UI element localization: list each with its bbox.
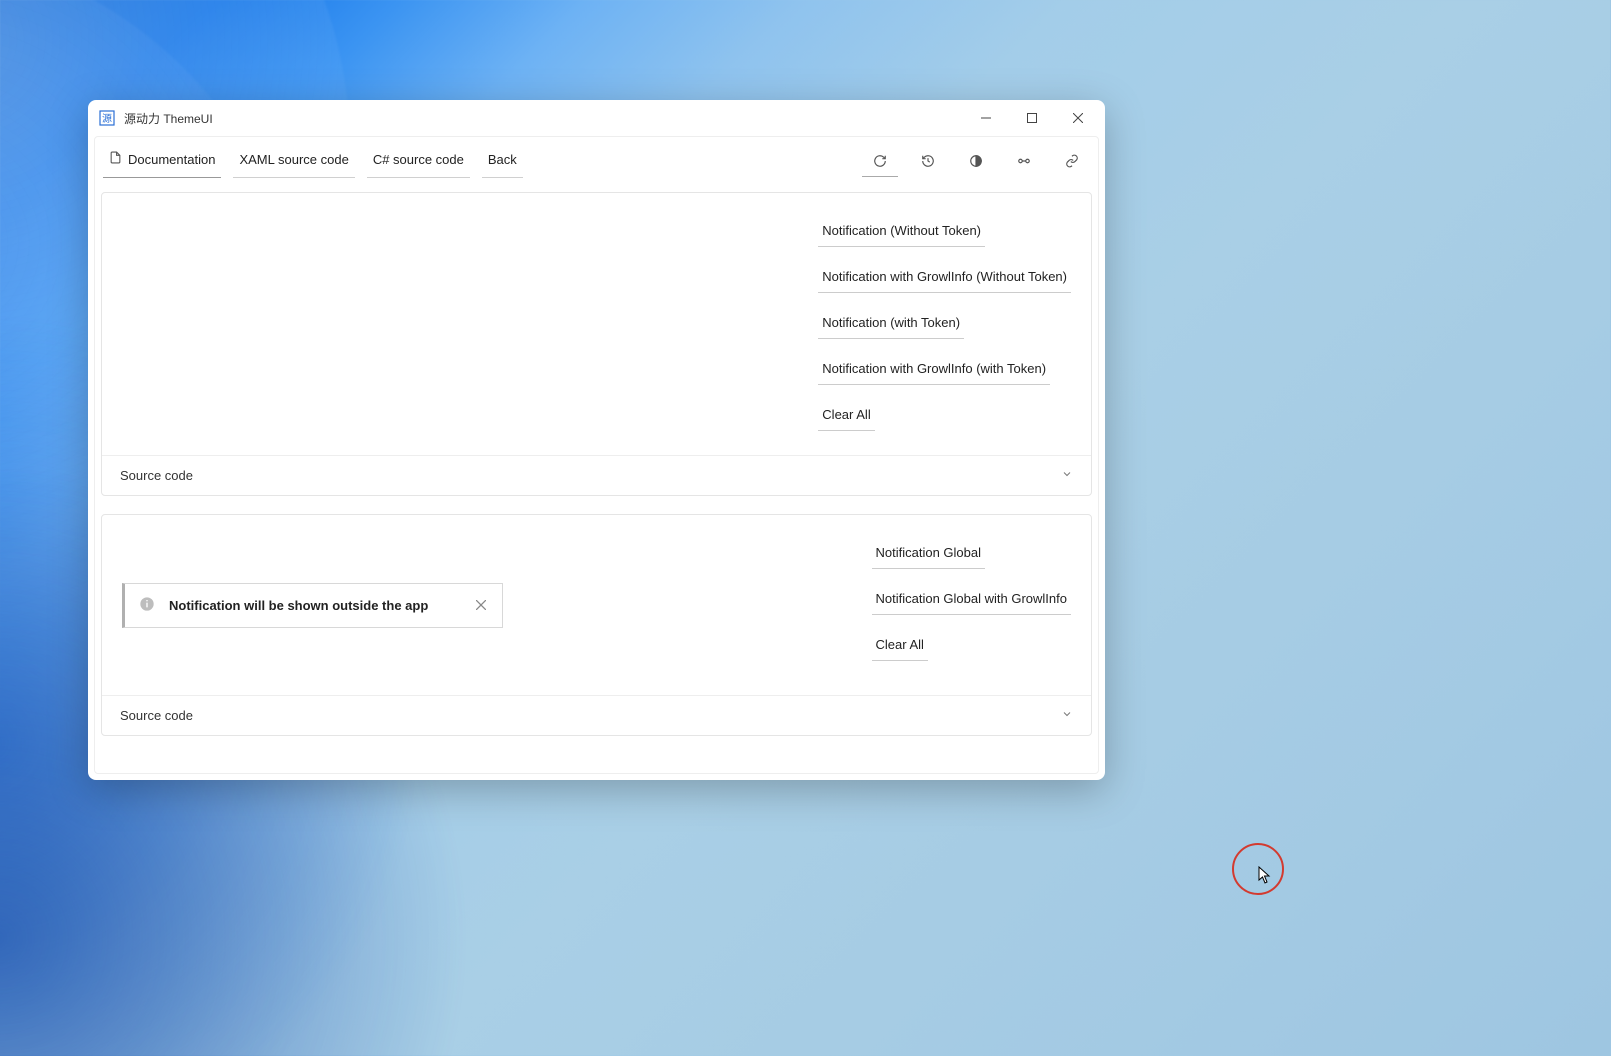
toolbar: Documentation XAML source code C# source… xyxy=(95,137,1098,178)
info-icon xyxy=(139,596,155,615)
refresh-icon[interactable] xyxy=(862,147,898,177)
expander-label: Source code xyxy=(120,708,193,723)
chain-icon[interactable] xyxy=(1054,147,1090,177)
content-scroll[interactable]: Notification (Without Token) Notificatio… xyxy=(95,178,1098,773)
info-alert: Notification will be shown outside the a… xyxy=(122,583,503,628)
tab-label: Documentation xyxy=(128,152,215,167)
tab-label: Back xyxy=(488,152,517,167)
panel-left xyxy=(122,217,818,431)
source-code-expander[interactable]: Source code xyxy=(102,695,1091,735)
alert-close-button[interactable] xyxy=(474,596,488,615)
link-icon[interactable] xyxy=(1006,147,1042,177)
titlebar: 源 源动力 ThemeUI xyxy=(88,100,1105,136)
btn-notification-growlinfo-without-token[interactable]: Notification with GrowlInfo (Without Tok… xyxy=(818,263,1071,293)
source-code-expander[interactable]: Source code xyxy=(102,455,1091,495)
tab-label: XAML source code xyxy=(239,152,348,167)
btn-clear-all[interactable]: Clear All xyxy=(818,401,874,431)
tab-back[interactable]: Back xyxy=(482,146,523,178)
panel-left: Notification will be shown outside the a… xyxy=(122,539,872,671)
tab-csharp-source[interactable]: C# source code xyxy=(367,146,470,178)
alert-text: Notification will be shown outside the a… xyxy=(169,598,428,613)
document-icon xyxy=(109,151,122,167)
chevron-down-icon xyxy=(1061,708,1073,723)
expander-label: Source code xyxy=(120,468,193,483)
maximize-button[interactable] xyxy=(1009,102,1055,134)
minimize-button[interactable] xyxy=(963,102,1009,134)
btn-notification-global-growlinfo[interactable]: Notification Global with GrowlInfo xyxy=(872,585,1071,615)
tab-xaml-source[interactable]: XAML source code xyxy=(233,146,354,178)
close-button[interactable] xyxy=(1055,102,1101,134)
svg-text:源: 源 xyxy=(102,112,112,125)
app-window: 源 源动力 ThemeUI Documentation XAML source … xyxy=(88,100,1105,780)
window-title: 源动力 ThemeUI xyxy=(124,110,213,127)
btn-notification-with-token[interactable]: Notification (with Token) xyxy=(818,309,964,339)
panel-notification-local: Notification (Without Token) Notificatio… xyxy=(101,192,1092,496)
btn-notification-growlinfo-with-token[interactable]: Notification with GrowlInfo (with Token) xyxy=(818,355,1050,385)
chevron-down-icon xyxy=(1061,468,1073,483)
btn-notification-without-token[interactable]: Notification (Without Token) xyxy=(818,217,985,247)
btn-notification-global[interactable]: Notification Global xyxy=(872,539,986,569)
panel-actions: Notification Global Notification Global … xyxy=(872,539,1071,671)
btn-clear-all-global[interactable]: Clear All xyxy=(872,631,928,661)
app-icon: 源 xyxy=(98,109,116,127)
client-area: Documentation XAML source code C# source… xyxy=(94,136,1099,774)
cursor-icon xyxy=(1258,866,1272,889)
tab-label: C# source code xyxy=(373,152,464,167)
contrast-icon[interactable] xyxy=(958,147,994,177)
panel-notification-global: Notification will be shown outside the a… xyxy=(101,514,1092,736)
history-icon[interactable] xyxy=(910,147,946,177)
tab-documentation[interactable]: Documentation xyxy=(103,145,221,178)
panel-actions: Notification (Without Token) Notificatio… xyxy=(818,217,1071,431)
cursor-highlight-ring xyxy=(1232,843,1284,895)
